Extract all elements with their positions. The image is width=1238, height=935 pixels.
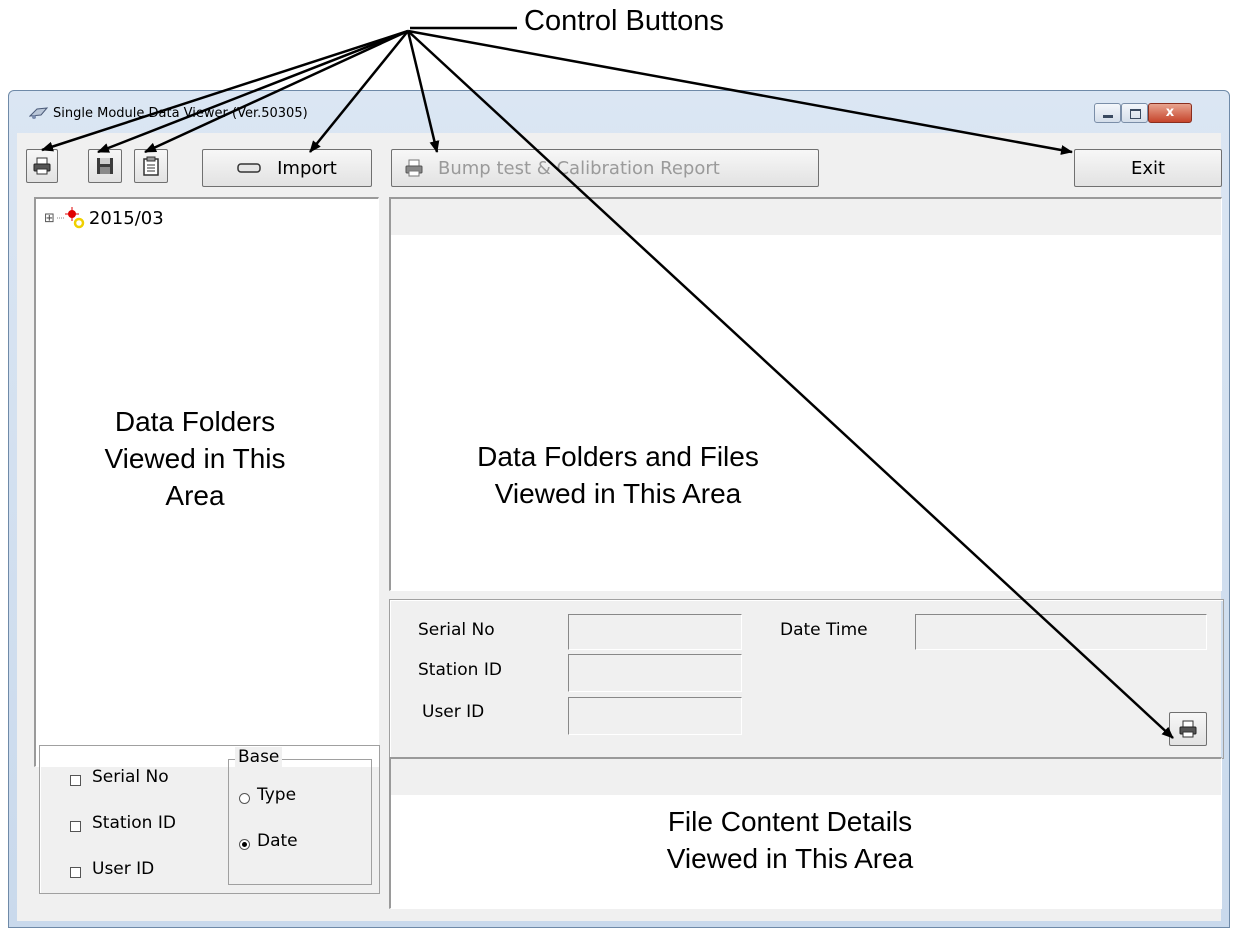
clipboard-icon <box>143 156 159 176</box>
control-buttons-callout: Control Buttons <box>524 5 724 37</box>
files-list-header <box>391 199 1221 235</box>
base-groupbox: Base Type Date <box>228 747 372 885</box>
report-label: Bump test & Calibration Report <box>438 157 720 179</box>
file-content-header <box>391 759 1221 795</box>
folder-sun-icon <box>56 207 85 229</box>
details-area-annotation: File Content Details Viewed in This Area <box>666 806 914 874</box>
date-time-field <box>915 614 1207 650</box>
exit-label: Exit <box>1130 157 1166 179</box>
clipboard-button[interactable] <box>134 149 168 183</box>
import-button[interactable]: Import <box>202 149 372 187</box>
serial-no-checkbox[interactable] <box>70 775 81 786</box>
station-id-checkbox[interactable] <box>70 821 81 832</box>
window-title: Single Module Data Viewer (Ver.50305) <box>53 106 308 121</box>
print-details-button[interactable] <box>1169 712 1207 746</box>
station-id-field <box>568 654 742 692</box>
base-type-radio[interactable] <box>239 793 250 804</box>
base-date-label: Date <box>257 831 298 851</box>
printer-icon <box>1179 720 1197 738</box>
base-type-label: Type <box>257 785 297 805</box>
app-icon <box>29 107 49 119</box>
base-group-title: Base <box>235 747 283 767</box>
date-time-label: Date Time <box>780 620 868 640</box>
user-id-field <box>568 697 742 735</box>
serial-no-field <box>568 614 742 650</box>
floppy-disk-icon <box>97 158 113 174</box>
filter-group: Serial No Station ID User ID Base Type D… <box>39 745 380 894</box>
tree-item-label: 2015/03 <box>88 207 164 229</box>
tree-item[interactable]: ⊞ 2015/03 <box>44 207 164 229</box>
file-info-section: Serial No Station ID User ID Date Time <box>389 599 1224 759</box>
drive-icon <box>237 163 261 173</box>
save-button[interactable] <box>88 149 122 183</box>
report-button[interactable]: Bump test & Calibration Report <box>391 149 819 187</box>
expand-icon[interactable]: ⊞ <box>44 211 55 226</box>
base-date-radio[interactable] <box>239 839 250 850</box>
title-bar: Single Module Data Viewer (Ver.50305) x <box>9 91 1229 133</box>
files-list[interactable] <box>389 197 1222 591</box>
minimize-button[interactable] <box>1094 103 1121 123</box>
station-id-label: Station ID <box>418 660 502 680</box>
user-id-checkbox[interactable] <box>70 867 81 878</box>
maximize-button[interactable] <box>1121 103 1148 123</box>
maximize-icon <box>1130 109 1141 119</box>
serial-no-label: Serial No <box>418 620 495 640</box>
exit-button[interactable]: Exit <box>1074 149 1222 187</box>
print-button[interactable] <box>26 149 58 183</box>
station-id-filter-label: Station ID <box>92 813 176 833</box>
minimize-icon <box>1103 115 1113 118</box>
user-id-label: User ID <box>422 702 485 722</box>
import-label: Import <box>277 157 337 179</box>
files-area-annotation: Data Folders and Files Viewed in This Ar… <box>477 441 759 509</box>
user-id-filter-label: User ID <box>92 859 155 879</box>
printer-icon <box>405 159 423 177</box>
folders-area-annotation: Data Folders Viewed in This Area <box>104 406 286 511</box>
close-icon: x <box>1165 105 1175 120</box>
serial-no-filter-label: Serial No <box>92 767 169 787</box>
close-button[interactable]: x <box>1148 103 1192 123</box>
printer-icon <box>33 157 51 175</box>
